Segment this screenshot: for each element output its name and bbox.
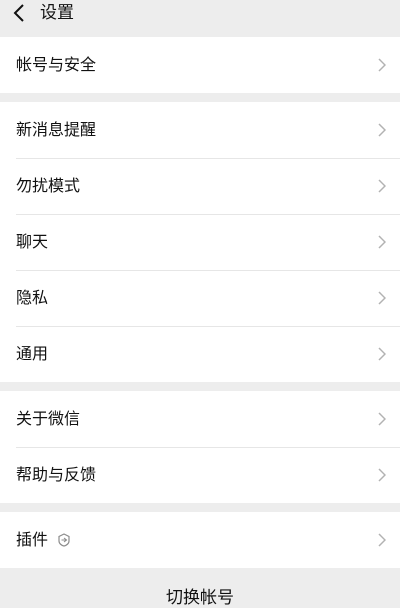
chevron-right-icon — [378, 179, 386, 193]
page-title: 设置 — [40, 3, 74, 23]
settings-item-label: 帐号与安全 — [16, 55, 97, 74]
nav-bar: 设置 — [0, 0, 400, 36]
settings-item-label: 新消息提醒 — [16, 120, 97, 139]
settings-group-general: 新消息提醒 勿扰模式 聊天 隐私 通用 — [0, 102, 400, 382]
settings-item-label: 插件 — [16, 530, 49, 549]
settings-item-account-security[interactable]: 帐号与安全 — [0, 37, 400, 93]
settings-group-about: 关于微信 帮助与反馈 — [0, 391, 400, 503]
chevron-left-icon — [13, 4, 24, 22]
plugin-badge-icon — [58, 533, 70, 547]
settings-item-help-feedback[interactable]: 帮助与反馈 — [0, 447, 400, 503]
settings-item-chat[interactable]: 聊天 — [0, 214, 400, 270]
back-button[interactable] — [8, 2, 30, 24]
chevron-right-icon — [378, 291, 386, 305]
settings-item-new-message-alerts[interactable]: 新消息提醒 — [0, 102, 400, 158]
settings-item-general[interactable]: 通用 — [0, 326, 400, 382]
chevron-right-icon — [378, 347, 386, 361]
chevron-right-icon — [378, 533, 386, 547]
settings-item-label: 通用 — [16, 344, 49, 363]
chevron-right-icon — [378, 412, 386, 426]
settings-item-label: 勿扰模式 — [16, 176, 81, 195]
chevron-right-icon — [378, 58, 386, 72]
settings-item-privacy[interactable]: 隐私 — [0, 270, 400, 326]
switch-account-button[interactable]: 切换帐号 — [0, 588, 400, 608]
settings-item-label: 隐私 — [16, 288, 49, 307]
settings-item-plugins[interactable]: 插件 — [0, 512, 400, 568]
settings-item-label: 关于微信 — [16, 409, 81, 428]
chevron-right-icon — [378, 235, 386, 249]
settings-group-account: 帐号与安全 — [0, 37, 400, 93]
settings-item-label: 帮助与反馈 — [16, 465, 97, 484]
settings-item-do-not-disturb[interactable]: 勿扰模式 — [0, 158, 400, 214]
chevron-right-icon — [378, 468, 386, 482]
settings-item-about-wechat[interactable]: 关于微信 — [0, 391, 400, 447]
settings-item-label: 聊天 — [16, 232, 49, 251]
chevron-right-icon — [378, 123, 386, 137]
settings-group-plugins: 插件 — [0, 512, 400, 568]
